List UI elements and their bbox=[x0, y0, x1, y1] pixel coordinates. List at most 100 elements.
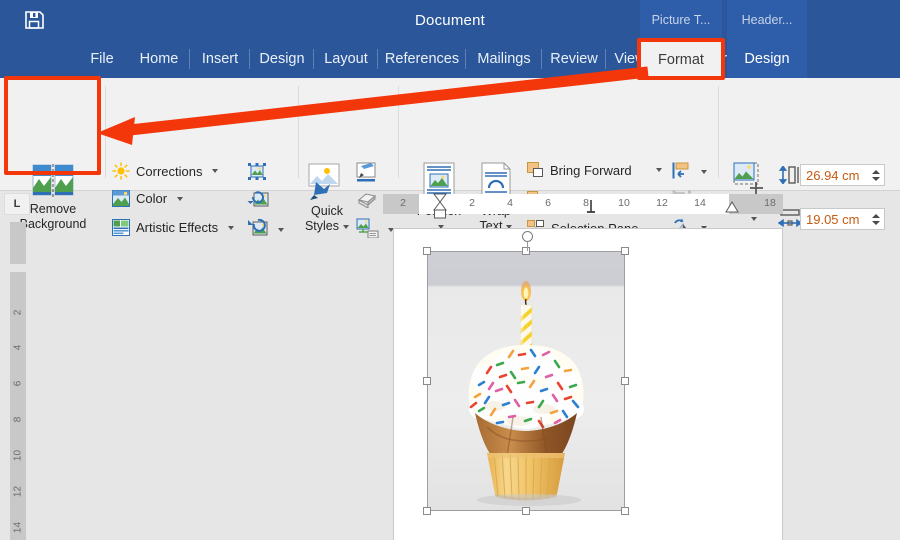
hruler-tick: 10 bbox=[618, 197, 630, 209]
chevron-down-icon[interactable] bbox=[278, 228, 284, 232]
corrections-button[interactable]: Corrections bbox=[112, 162, 219, 180]
tab-design[interactable]: Design bbox=[250, 40, 314, 78]
hruler-tick: 2 bbox=[400, 197, 406, 209]
resize-handle-top-right[interactable] bbox=[621, 247, 629, 255]
picture-effects-button[interactable] bbox=[356, 190, 378, 213]
rotation-handle-stem bbox=[527, 242, 528, 251]
shape-width-value[interactable]: 19.05 cm bbox=[801, 212, 870, 227]
resize-handle-middle-left[interactable] bbox=[423, 377, 431, 385]
resize-handle-bottom-left[interactable] bbox=[423, 507, 431, 515]
tab-references[interactable]: References bbox=[378, 40, 466, 78]
quick-styles-label-line2: Styles bbox=[304, 219, 340, 233]
ribbon: Remove Background Corrections Color Arti… bbox=[0, 76, 900, 239]
crop-icon bbox=[733, 162, 763, 194]
rotation-handle[interactable] bbox=[522, 231, 533, 242]
tab-file[interactable]: File bbox=[76, 40, 128, 78]
picture-layout-button[interactable] bbox=[356, 218, 380, 243]
tab-insert[interactable]: Insert bbox=[190, 40, 250, 78]
shape-width-field[interactable]: 19.05 cm bbox=[800, 208, 885, 230]
chevron-down-icon[interactable] bbox=[228, 225, 235, 230]
group-separator bbox=[398, 86, 399, 178]
compress-pictures-icon bbox=[248, 163, 266, 180]
picture-border-button[interactable] bbox=[355, 162, 379, 187]
group-separator bbox=[298, 86, 299, 178]
vruler-tick: 14 bbox=[12, 521, 24, 534]
vruler-tick: 12 bbox=[12, 485, 24, 498]
quick-styles-label-line1: Quick bbox=[311, 204, 343, 218]
align-objects-icon bbox=[672, 162, 689, 179]
horizontal-ruler[interactable]: 2 2 4 6 8 10 12 14 18 bbox=[383, 193, 783, 219]
reset-picture-icon bbox=[248, 218, 268, 236]
compress-pictures-button[interactable] bbox=[246, 162, 268, 187]
right-indent-marker[interactable] bbox=[725, 201, 739, 214]
vertical-ruler[interactable]: 2 4 6 8 10 12 14 bbox=[10, 222, 26, 540]
resize-handle-bottom-center[interactable] bbox=[522, 507, 530, 515]
group-separator bbox=[718, 86, 719, 178]
tab-stop-marker[interactable] bbox=[586, 200, 596, 214]
bring-forward-button[interactable]: Bring Forward bbox=[527, 162, 662, 178]
color-label: Color bbox=[136, 191, 168, 206]
cupcake-image[interactable] bbox=[427, 251, 625, 511]
tab-review[interactable]: Review bbox=[542, 40, 606, 78]
header-footer-tools-group-label: Header... bbox=[727, 0, 807, 40]
chevron-down-icon[interactable] bbox=[177, 196, 184, 201]
color-icon bbox=[112, 190, 130, 207]
group-separator bbox=[105, 86, 106, 178]
chevron-down-icon[interactable] bbox=[655, 168, 662, 172]
tab-format[interactable]: Format bbox=[640, 40, 722, 78]
artistic-effects-icon bbox=[112, 219, 130, 236]
tab-design-header[interactable]: Design bbox=[727, 40, 807, 78]
picture-effects-icon bbox=[357, 193, 377, 209]
hruler-tick: 18 bbox=[764, 197, 776, 209]
tab-home[interactable]: Home bbox=[128, 40, 190, 78]
corrections-label: Corrections bbox=[136, 163, 203, 179]
resize-handle-middle-right[interactable] bbox=[621, 377, 629, 385]
stepper-up-icon[interactable] bbox=[871, 213, 880, 218]
shape-height-stepper[interactable] bbox=[870, 169, 884, 181]
selected-picture-frame[interactable] bbox=[423, 231, 629, 515]
hruler-tick: 6 bbox=[545, 197, 551, 209]
vruler-tick: 2 bbox=[12, 309, 24, 316]
vruler-tick: 6 bbox=[12, 380, 24, 387]
resize-handle-top-left[interactable] bbox=[423, 247, 431, 255]
reset-picture-button[interactable] bbox=[246, 218, 270, 243]
chevron-down-icon[interactable] bbox=[751, 216, 757, 221]
indent-markers[interactable] bbox=[432, 193, 448, 219]
hruler-tick: 4 bbox=[507, 197, 513, 209]
vruler-tick: 10 bbox=[12, 449, 24, 462]
color-button[interactable]: Color bbox=[112, 190, 184, 207]
cupcake-illustration bbox=[427, 251, 625, 511]
tab-stop-selector[interactable]: L bbox=[4, 193, 30, 215]
chevron-down-icon[interactable] bbox=[701, 170, 707, 174]
vruler-tick: 8 bbox=[12, 416, 24, 423]
picture-border-icon bbox=[356, 162, 376, 182]
shape-width-stepper[interactable] bbox=[870, 213, 884, 225]
resize-handle-top-center[interactable] bbox=[522, 247, 530, 255]
chevron-down-icon[interactable] bbox=[212, 169, 219, 173]
remove-background-highlight bbox=[4, 76, 101, 175]
picture-layout-icon bbox=[356, 218, 379, 239]
stepper-up-icon[interactable] bbox=[871, 169, 880, 174]
tab-mailings[interactable]: Mailings bbox=[466, 40, 542, 78]
remove-background-label-line2: Background bbox=[19, 217, 87, 231]
shape-height-field[interactable]: 26.94 cm bbox=[800, 164, 885, 186]
remove-background-label-line1: Remove bbox=[29, 202, 77, 216]
change-picture-icon bbox=[247, 191, 269, 207]
change-picture-button[interactable] bbox=[246, 190, 270, 215]
stepper-down-icon[interactable] bbox=[871, 176, 880, 181]
artistic-effects-button[interactable]: Artistic Effects bbox=[112, 219, 235, 236]
shape-height-value[interactable]: 26.94 cm bbox=[801, 168, 870, 183]
resize-handle-bottom-right[interactable] bbox=[621, 507, 629, 515]
hruler-tick: 14 bbox=[694, 197, 706, 209]
vruler-tick: 4 bbox=[12, 344, 24, 351]
title-bar: Document Picture T... Header... bbox=[0, 0, 900, 40]
corrections-icon bbox=[112, 162, 130, 180]
bring-forward-label: Bring Forward bbox=[550, 162, 632, 178]
quick-styles-button[interactable]: Quick Styles bbox=[303, 162, 351, 234]
picture-tools-group-label: Picture T... bbox=[640, 0, 722, 40]
stepper-down-icon[interactable] bbox=[871, 220, 880, 225]
hruler-tick: 2 bbox=[469, 197, 475, 209]
align-objects-button[interactable] bbox=[672, 162, 690, 184]
hruler-tick: 12 bbox=[656, 197, 668, 209]
tab-layout[interactable]: Layout bbox=[314, 40, 378, 78]
